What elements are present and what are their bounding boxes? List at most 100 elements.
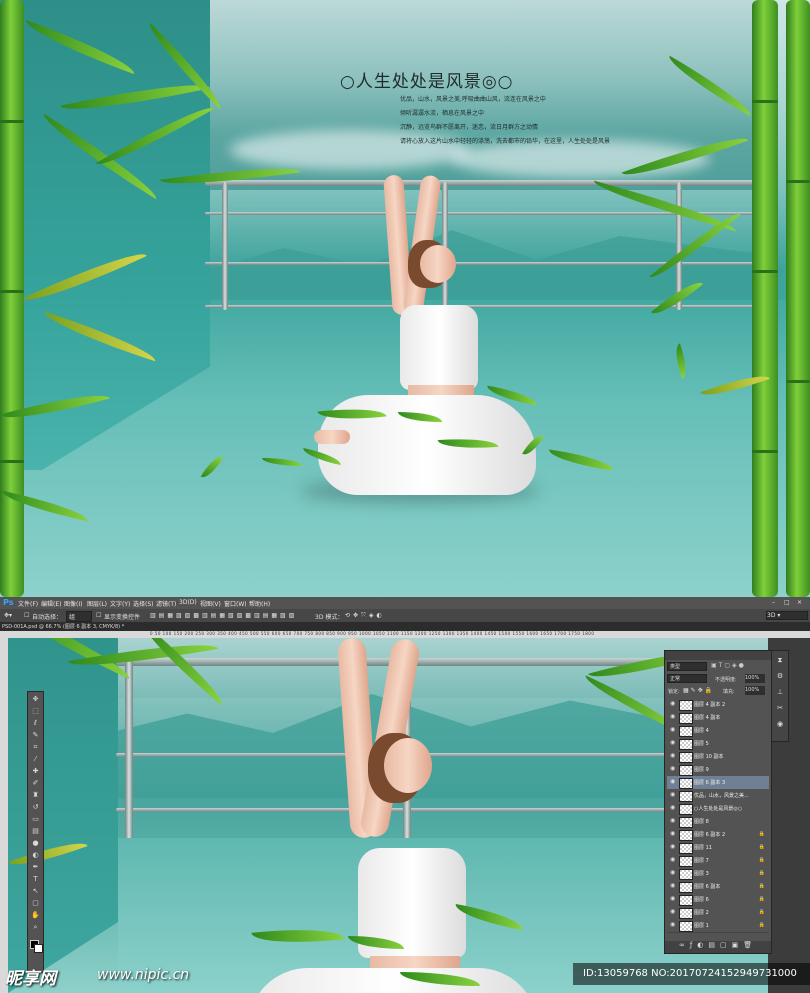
- layer-row[interactable]: ◉ 图层 6 🔒: [667, 893, 769, 907]
- menu-image[interactable]: 图像(I): [64, 599, 82, 608]
- layers-footer-icons[interactable]: ∞ƒ◐▤▢▣🗑: [665, 941, 771, 953]
- layer-row[interactable]: ◉ 图层 3 🔒: [667, 867, 769, 881]
- opacity-input[interactable]: 100%: [745, 674, 765, 683]
- layer-thumbnail: [679, 921, 693, 932]
- layer-row[interactable]: ◉ 图层 1 🔒: [667, 919, 769, 933]
- menu-view[interactable]: 视图(V): [200, 599, 221, 608]
- type-tool-icon[interactable]: T: [31, 875, 40, 884]
- eraser-tool-icon[interactable]: ▭: [31, 815, 40, 824]
- visibility-eye-icon[interactable]: ◉: [670, 766, 676, 772]
- visibility-eye-icon[interactable]: ◉: [670, 883, 676, 889]
- visibility-eye-icon[interactable]: ◉: [670, 831, 676, 837]
- layer-row[interactable]: ◉ 图层 4 副本 2: [667, 698, 769, 712]
- visibility-eye-icon[interactable]: ◉: [670, 753, 676, 759]
- layer-row[interactable]: ◉ 图层 9: [667, 763, 769, 777]
- layer-row[interactable]: ◉ 图层 8: [667, 815, 769, 829]
- healing-tool-icon[interactable]: ✚: [31, 767, 40, 776]
- properties-icon[interactable]: ⚙: [775, 671, 785, 681]
- menu-layer[interactable]: 图层(L): [87, 599, 107, 608]
- menu-file[interactable]: 文件(F): [18, 599, 38, 608]
- menu-filter[interactable]: 滤镜(T): [156, 599, 176, 608]
- close-icon[interactable]: ×: [797, 599, 802, 606]
- visibility-eye-icon[interactable]: ◉: [670, 857, 676, 863]
- menu-help[interactable]: 帮助(H): [249, 599, 270, 608]
- hand-tool-icon[interactable]: ✋: [31, 911, 40, 920]
- path-select-icon[interactable]: ↖: [31, 887, 40, 896]
- background-color-swatch[interactable]: [34, 944, 43, 953]
- layer-row[interactable]: ◉ 图层 4: [667, 724, 769, 738]
- maximize-icon[interactable]: □: [784, 599, 790, 606]
- layer-row[interactable]: ◉ 图层 5: [667, 737, 769, 751]
- stamp-tool-icon[interactable]: ♜: [31, 791, 40, 800]
- show-transform-checkbox[interactable]: ☐: [96, 612, 101, 619]
- channels-icon[interactable]: ◉: [775, 719, 785, 729]
- marquee-tool-icon[interactable]: ⬚: [31, 707, 40, 716]
- layer-row[interactable]: ◉ 图层 2 🔒: [667, 906, 769, 920]
- visibility-eye-icon[interactable]: ◉: [670, 727, 676, 733]
- visibility-eye-icon[interactable]: ◉: [670, 844, 676, 850]
- history-icon[interactable]: ⧗: [775, 655, 785, 665]
- minimize-icon[interactable]: –: [772, 599, 775, 606]
- 3d-mode-icons[interactable]: ⟲✥⤧◈◐: [345, 612, 385, 620]
- layer-row[interactable]: ◉ 图层 10 副本: [667, 750, 769, 764]
- visibility-eye-icon[interactable]: ◉: [670, 870, 676, 876]
- blend-mode-dropdown[interactable]: 正常: [667, 674, 707, 683]
- dodge-tool-icon[interactable]: ◐: [31, 851, 40, 860]
- gradient-tool-icon[interactable]: ▤: [31, 827, 40, 836]
- visibility-eye-icon[interactable]: ◉: [670, 740, 676, 746]
- lasso-tool-icon[interactable]: ℓ: [31, 719, 40, 728]
- visibility-eye-icon[interactable]: ◉: [670, 701, 676, 707]
- filter-icons[interactable]: ▣T▢◈●: [711, 662, 769, 671]
- history-brush-icon[interactable]: ↺: [31, 803, 40, 812]
- layer-kind-filter[interactable]: 类型: [667, 662, 707, 671]
- crop-tool-icon[interactable]: ⌗: [31, 743, 40, 752]
- bamboo-node: [786, 380, 810, 383]
- mode-3d-label: 3D 模式：: [315, 614, 344, 621]
- auto-select-dropdown[interactable]: 组: [66, 611, 92, 622]
- bamboo-node: [0, 290, 24, 293]
- visibility-eye-icon[interactable]: ◉: [670, 792, 676, 798]
- layer-row[interactable]: ◉ 优品，山水，风景之美...: [667, 789, 769, 803]
- layer-thumbnail: [679, 739, 693, 750]
- visibility-eye-icon[interactable]: ◉: [670, 714, 676, 720]
- visibility-eye-icon[interactable]: ◉: [670, 909, 676, 915]
- brush-tool-icon[interactable]: ✐: [31, 779, 40, 788]
- document-canvas[interactable]: [8, 638, 768, 993]
- tool-presets-icon[interactable]: ✂: [775, 703, 785, 713]
- zoom-tool-icon[interactable]: ⌕: [31, 923, 40, 932]
- menu-type[interactable]: 文字(Y): [110, 599, 130, 608]
- workspace-dropdown[interactable]: 3D ▾: [766, 611, 808, 620]
- move-tool-icon[interactable]: ✥▾: [4, 612, 12, 619]
- menu-edit[interactable]: 编辑(E): [41, 599, 61, 608]
- layer-row[interactable]: ◉ 图层 6 副本 3: [667, 776, 769, 790]
- layer-row[interactable]: ◉ 图层 6 副本 🔒: [667, 880, 769, 894]
- shape-tool-icon[interactable]: ▢: [31, 899, 40, 908]
- quick-select-tool-icon[interactable]: ✎: [31, 731, 40, 740]
- visibility-eye-icon[interactable]: ◉: [670, 818, 676, 824]
- visibility-eye-icon[interactable]: ◉: [670, 779, 676, 785]
- move-tool-icon[interactable]: ✥: [31, 695, 40, 704]
- layer-row[interactable]: ◉ 图层 4 副本: [667, 711, 769, 725]
- poster-image: ○人生处处是风景◎○ 优品，山水，风景之美,呼吸曲曲山风，流连在风景之中 倾听潺…: [0, 0, 810, 597]
- fill-input[interactable]: 100%: [745, 686, 765, 695]
- lock-icon: 🔒: [758, 922, 765, 928]
- menu-3d[interactable]: 3D(D): [179, 599, 197, 606]
- visibility-eye-icon[interactable]: ◉: [670, 922, 676, 928]
- menu-window[interactable]: 窗口(W): [224, 599, 247, 608]
- visibility-eye-icon[interactable]: ◉: [670, 896, 676, 902]
- lock-icons[interactable]: ▦✎✥🔒: [683, 687, 714, 694]
- adjust-icon[interactable]: ⊥: [775, 687, 785, 697]
- layer-row[interactable]: ◉ 图层 7 🔒: [667, 854, 769, 868]
- layer-thumbnail: [679, 778, 693, 789]
- auto-select-checkbox[interactable]: ☐: [24, 612, 29, 619]
- blur-tool-icon[interactable]: ●: [31, 839, 40, 848]
- visibility-eye-icon[interactable]: ◉: [670, 805, 676, 811]
- align-icons[interactable]: ▥▤▦▧▨▩▥▤▦▧▨▩▥▤▦▧▨: [150, 612, 297, 619]
- layer-row[interactable]: ◉ 图层 11 🔒: [667, 841, 769, 855]
- document-tab[interactable]: PSD-001A.psd @ 66.7% (图层 6 副本 3, CMYK/8)…: [2, 623, 124, 630]
- pen-tool-icon[interactable]: ✒: [31, 863, 40, 872]
- layer-row[interactable]: ◉ 图层 6 副本 2 🔒: [667, 828, 769, 842]
- layer-row[interactable]: ◉ ○人生处处是风景◎○: [667, 802, 769, 816]
- menu-select[interactable]: 选择(S): [133, 599, 154, 608]
- eyedropper-tool-icon[interactable]: ⁄: [31, 755, 40, 764]
